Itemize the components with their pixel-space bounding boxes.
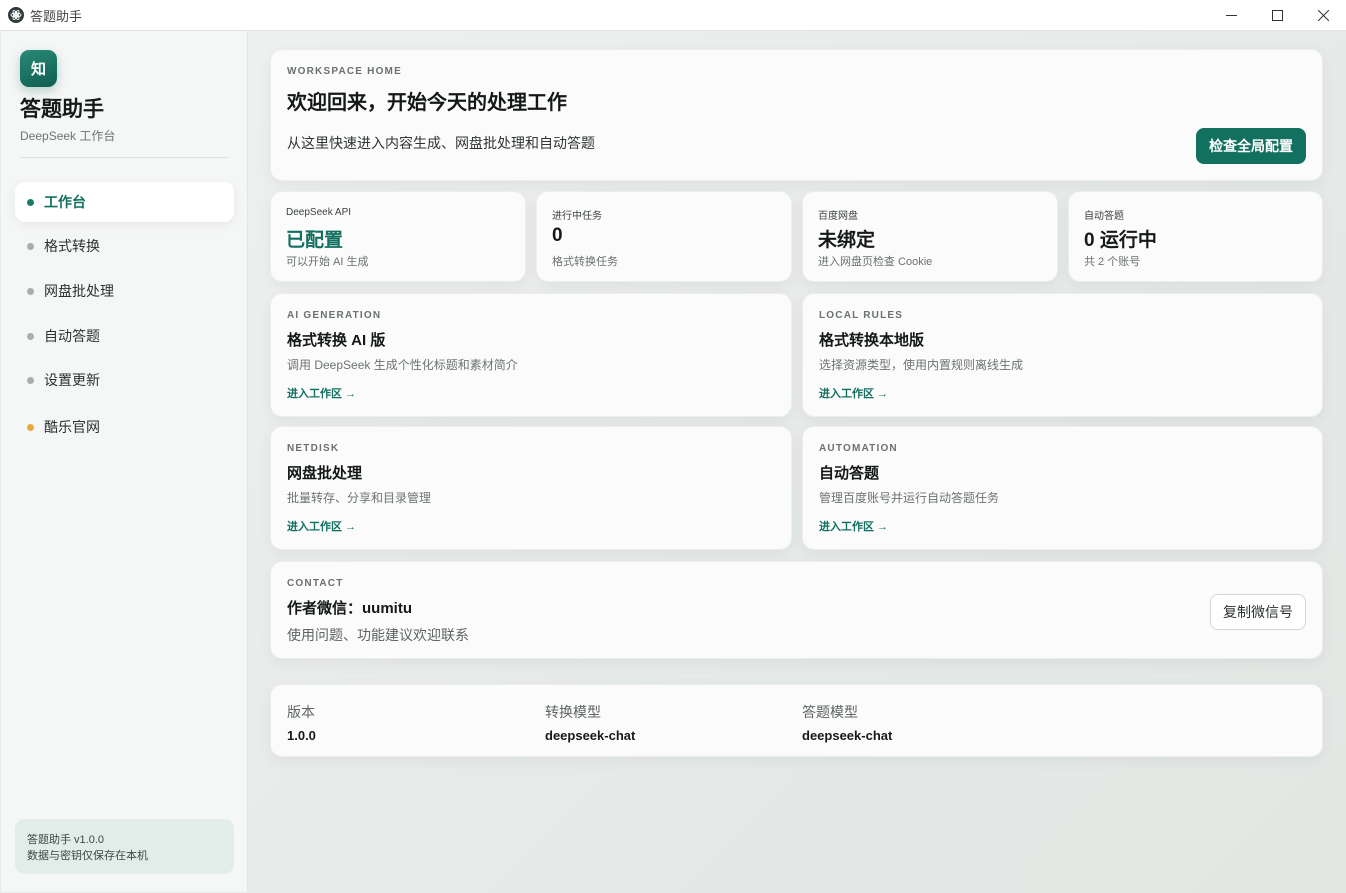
feature-eyebrow: LOCAL RULES — [819, 310, 904, 321]
enter-workspace-link[interactable]: 进入工作区 → — [287, 518, 356, 534]
hero-card: WORKSPACE HOME 欢迎回来，开始今天的处理工作 从这里快速进入内容生… — [270, 49, 1323, 181]
stat-value: 0 — [552, 225, 563, 246]
sidebar-item-label: 网盘批处理 — [44, 283, 114, 299]
hero-eyebrow: WORKSPACE HOME — [287, 66, 402, 77]
active-dot-icon — [27, 198, 34, 206]
sidebar-item-official-site[interactable]: 酷乐官网 — [15, 407, 234, 447]
stat-sub: 共 2 个账号 — [1084, 256, 1141, 268]
close-icon — [1317, 10, 1329, 21]
info-value: 1.0.0 — [287, 728, 316, 743]
stat-card-deepseek-api: DeepSeek API 已配置 可以开始 AI 生成 — [270, 191, 526, 282]
check-global-config-button[interactable]: 检查全局配置 — [1196, 128, 1306, 164]
footer-privacy-note: 数据与密钥仅保存在本机 — [27, 850, 148, 862]
sidebar-item-settings-update[interactable]: 设置更新 — [15, 360, 234, 400]
feature-card-local-format[interactable]: LOCAL RULES 格式转换本地版 选择资源类型，使用内置规则离线生成 进入… — [802, 293, 1323, 417]
stat-label: 自动答题 — [1084, 211, 1124, 222]
feature-title: 格式转换 AI 版 — [287, 332, 386, 349]
info-version: 版本 1.0.0 — [287, 702, 316, 743]
external-dot-icon — [27, 423, 34, 431]
stat-value: 0 运行中 — [1084, 230, 1157, 251]
sidebar-item-label: 酷乐官网 — [44, 419, 100, 435]
sidebar-item-format-convert[interactable]: 格式转换 — [15, 226, 234, 266]
dot-icon — [27, 332, 34, 340]
info-answer-model: 答题模型 deepseek-chat — [802, 702, 892, 743]
sidebar-item-workspace[interactable]: 工作台 — [15, 182, 234, 222]
page-title: 欢迎回来，开始今天的处理工作 — [287, 92, 567, 114]
enter-workspace-link[interactable]: 进入工作区 → — [819, 518, 888, 534]
stat-card-auto-answer: 自动答题 0 运行中 共 2 个账号 — [1068, 191, 1323, 282]
feature-title: 网盘批处理 — [287, 465, 363, 482]
contact-title: 作者微信：uumitu — [287, 600, 412, 617]
feature-eyebrow: AUTOMATION — [819, 443, 898, 454]
feature-eyebrow: NETDISK — [287, 443, 340, 454]
sidebar: 知 答题助手 DeepSeek 工作台 工作台 格式转换 网盘批处理 自动答题 … — [1, 31, 248, 892]
info-convert-model: 转换模型 deepseek-chat — [545, 702, 635, 743]
feature-description: 管理百度账号并运行自动答题任务 — [819, 491, 1000, 505]
sidebar-item-label: 工作台 — [44, 194, 86, 210]
contact-description: 使用问题、功能建议欢迎联系 — [287, 627, 469, 643]
stat-card-running-tasks: 进行中任务 0 格式转换任务 — [536, 191, 792, 282]
info-label: 答题模型 — [802, 704, 858, 720]
stat-value: 已配置 — [286, 230, 344, 251]
info-card: 版本 1.0.0 转换模型 deepseek-chat 答题模型 deepsee… — [270, 684, 1323, 757]
sidebar-item-netdisk-batch[interactable]: 网盘批处理 — [15, 271, 234, 311]
stat-sub: 格式转换任务 — [552, 256, 618, 268]
feature-title: 自动答题 — [819, 465, 880, 482]
feature-description: 调用 DeepSeek 生成个性化标题和素材简介 — [287, 358, 518, 372]
app-logo: 知 — [20, 50, 57, 87]
close-button[interactable] — [1300, 0, 1346, 31]
enter-workspace-link[interactable]: 进入工作区 → — [287, 385, 356, 401]
stat-label: 进行中任务 — [552, 211, 602, 222]
minimize-button[interactable] — [1208, 0, 1254, 31]
dot-icon — [27, 287, 34, 295]
stat-sub: 进入网盘页检查 Cookie — [818, 256, 933, 268]
main-content: WORKSPACE HOME 欢迎回来，开始今天的处理工作 从这里快速进入内容生… — [248, 31, 1346, 893]
info-label: 版本 — [287, 704, 315, 720]
stat-label: 百度网盘 — [818, 211, 858, 222]
copy-wechat-button[interactable]: 复制微信号 — [1210, 594, 1306, 630]
hero-description: 从这里快速进入内容生成、网盘批处理和自动答题 — [287, 135, 595, 151]
window-title: 答题助手 — [30, 8, 83, 24]
info-label: 转换模型 — [545, 704, 601, 720]
sidebar-item-label: 设置更新 — [44, 372, 100, 388]
stat-sub: 可以开始 AI 生成 — [286, 256, 369, 268]
feature-title: 格式转换本地版 — [819, 332, 925, 349]
sidebar-item-label: 自动答题 — [44, 328, 100, 344]
sidebar-item-label: 格式转换 — [44, 238, 100, 254]
dot-icon — [27, 376, 34, 384]
footer-version: 答题助手 v1.0.0 — [27, 834, 105, 846]
window-titlebar: 答题助手 — [0, 0, 1346, 31]
info-value: deepseek-chat — [545, 728, 636, 743]
maximize-button[interactable] — [1254, 0, 1300, 31]
stat-label: DeepSeek API — [286, 207, 352, 218]
divider — [20, 157, 229, 158]
enter-workspace-link[interactable]: 进入工作区 → — [819, 385, 888, 401]
feature-card-automation[interactable]: AUTOMATION 自动答题 管理百度账号并运行自动答题任务 进入工作区 → — [802, 426, 1323, 550]
contact-eyebrow: CONTACT — [287, 578, 344, 589]
stat-card-baidu-netdisk: 百度网盘 未绑定 进入网盘页检查 Cookie — [802, 191, 1058, 282]
feature-description: 选择资源类型，使用内置规则离线生成 — [819, 358, 1024, 372]
info-value: deepseek-chat — [802, 728, 893, 743]
maximize-icon — [1271, 10, 1283, 21]
feature-card-ai-format[interactable]: AI GENERATION 格式转换 AI 版 调用 DeepSeek 生成个性… — [270, 293, 792, 417]
minimize-icon — [1225, 15, 1237, 16]
app-icon — [8, 7, 24, 23]
stat-value: 未绑定 — [818, 230, 876, 251]
sidebar-item-auto-answer[interactable]: 自动答题 — [15, 316, 234, 356]
sidebar-footer: 答题助手 v1.0.0 数据与密钥仅保存在本机 — [15, 819, 234, 874]
dot-icon — [27, 242, 34, 250]
feature-description: 批量转存、分享和目录管理 — [287, 491, 432, 505]
contact-card: CONTACT 作者微信：uumitu 使用问题、功能建议欢迎联系 复制微信号 — [270, 561, 1323, 659]
brand-name: 答题助手 — [20, 98, 104, 121]
feature-eyebrow: AI GENERATION — [287, 310, 382, 321]
brand-subtitle: DeepSeek 工作台 — [20, 129, 116, 143]
feature-card-netdisk[interactable]: NETDISK 网盘批处理 批量转存、分享和目录管理 进入工作区 → — [270, 426, 792, 550]
